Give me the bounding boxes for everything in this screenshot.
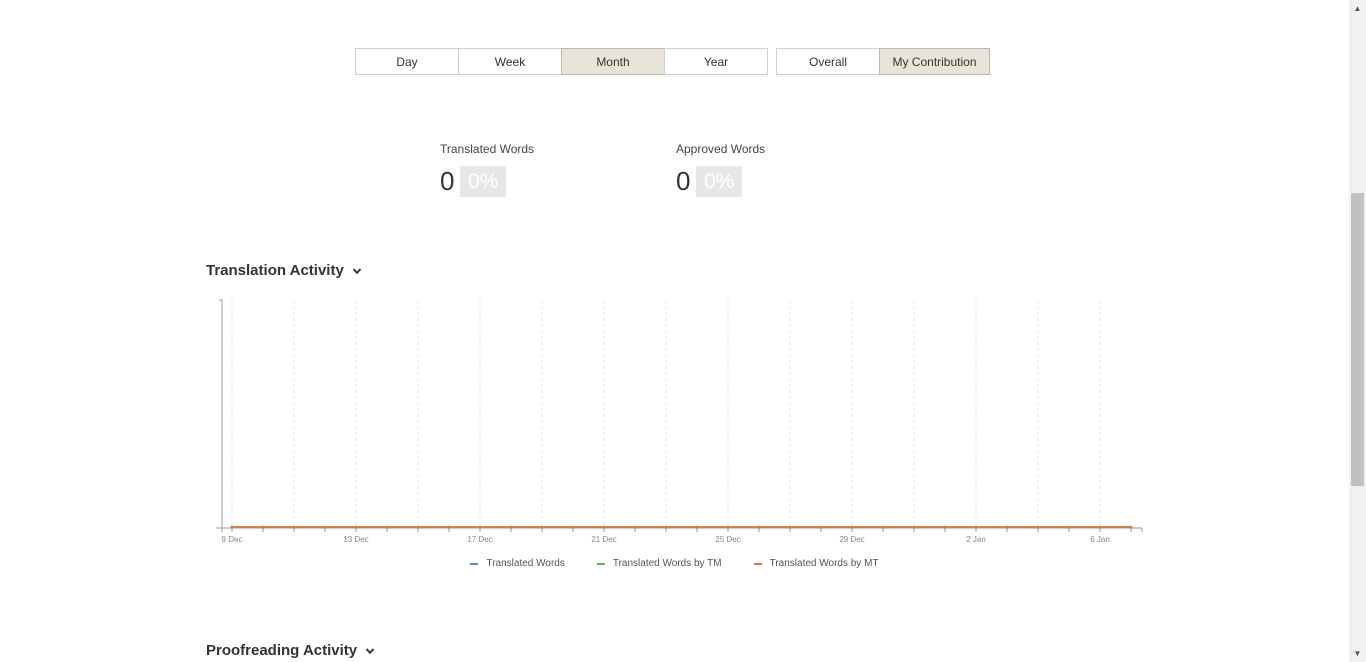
series-point-2 bbox=[788, 525, 792, 529]
x-tick-label: 17 Dec bbox=[467, 535, 492, 544]
translation-activity-chart: 9 Dec 13 Dec 17 Dec 21 Dec 25 Dec 29 Dec 2 Jan… bbox=[216, 299, 1143, 544]
series-point-2 bbox=[602, 525, 606, 529]
x-tick-label: 21 Dec bbox=[591, 535, 616, 544]
scroll-down-arrow-icon[interactable]: ▼ bbox=[1349, 645, 1366, 662]
series-point-2 bbox=[478, 525, 482, 529]
series-point-2 bbox=[354, 525, 358, 529]
x-tick-label: 13 Dec bbox=[343, 535, 368, 544]
x-tick-label: 6 Jan bbox=[1090, 535, 1110, 544]
series-point-2 bbox=[1067, 525, 1071, 529]
series-point-2 bbox=[633, 525, 637, 529]
series-point-2 bbox=[447, 525, 451, 529]
legend-label: Translated Words bbox=[486, 558, 565, 569]
series-point-2 bbox=[974, 525, 978, 529]
scroll-up-arrow-icon[interactable]: ▲ bbox=[1349, 0, 1366, 17]
stat-value: 0 bbox=[676, 166, 691, 196]
period-week-button[interactable]: Week bbox=[458, 48, 562, 75]
series-point-2 bbox=[695, 525, 699, 529]
stat-label: Translated Words bbox=[440, 142, 535, 156]
series-point-2 bbox=[323, 525, 327, 529]
stat-percent-badge: 0% bbox=[696, 166, 743, 197]
legend-item[interactable]: Translated Words bbox=[470, 558, 565, 569]
x-tick-label: 9 Dec bbox=[222, 535, 243, 544]
translation-activity-toggle[interactable]: Translation Activity bbox=[206, 262, 362, 279]
stat-label: Approved Words bbox=[676, 142, 766, 156]
series-point-2 bbox=[664, 525, 668, 529]
x-tick-label: 2 Jan bbox=[966, 535, 986, 544]
series-point-2 bbox=[540, 525, 544, 529]
legend-item[interactable]: Translated Words by TM bbox=[596, 558, 722, 569]
series-point-2 bbox=[416, 525, 420, 529]
series-point-2 bbox=[385, 525, 389, 529]
legend-label: Translated Words by TM bbox=[612, 558, 722, 569]
series-point-2 bbox=[509, 525, 513, 529]
legend-swatch-translated bbox=[470, 562, 479, 565]
legend-label: Translated Words by MT bbox=[769, 558, 879, 569]
stat-approved-words: Approved Words 0 0% bbox=[676, 142, 765, 197]
series-point-2 bbox=[1036, 525, 1040, 529]
series-point-2 bbox=[571, 525, 575, 529]
period-day-button[interactable]: Day bbox=[355, 48, 459, 75]
series-point-2 bbox=[1098, 525, 1102, 529]
page-scrollbar[interactable]: ▲ ▼ bbox=[1349, 0, 1366, 662]
stat-value: 0 bbox=[440, 166, 455, 196]
legend-swatch-tm bbox=[596, 562, 605, 565]
period-button-group: Day Week Month Year bbox=[355, 48, 768, 75]
scope-overall-button[interactable]: Overall bbox=[776, 48, 880, 75]
stat-percent-badge: 0% bbox=[460, 166, 507, 197]
stat-translated-words: Translated Words 0 0% bbox=[440, 142, 534, 197]
series-point-2 bbox=[1005, 525, 1009, 529]
scroll-thumb[interactable] bbox=[1351, 193, 1364, 486]
proofreading-activity-toggle[interactable]: Proofreading Activity bbox=[206, 642, 375, 659]
period-year-button[interactable]: Year bbox=[664, 48, 768, 75]
period-month-button[interactable]: Month bbox=[561, 48, 665, 75]
scope-my-contribution-button[interactable]: My Contribution bbox=[879, 48, 990, 75]
series-point-2 bbox=[943, 525, 947, 529]
chevron-down-icon bbox=[352, 267, 362, 274]
series-point-2 bbox=[230, 525, 234, 529]
series-point-2 bbox=[819, 525, 823, 529]
series-point-2 bbox=[726, 525, 730, 529]
proofreading-activity-title: Proofreading Activity bbox=[206, 642, 358, 659]
chevron-down-icon bbox=[365, 647, 375, 654]
scope-button-group: Overall My Contribution bbox=[776, 48, 990, 75]
series-point-2 bbox=[1129, 525, 1133, 529]
legend-swatch-mt bbox=[753, 562, 762, 565]
legend-item[interactable]: Translated Words by MT bbox=[753, 558, 879, 569]
series-point-2 bbox=[881, 525, 885, 529]
series-point-2 bbox=[757, 525, 761, 529]
series-point-2 bbox=[261, 525, 265, 529]
series-point-2 bbox=[912, 525, 916, 529]
x-tick-label: 25 Dec bbox=[715, 535, 740, 544]
chart-legend: Translated Words Translated Words by TM … bbox=[0, 558, 1349, 569]
translation-activity-title: Translation Activity bbox=[206, 262, 344, 279]
series-point-2 bbox=[850, 525, 854, 529]
x-tick-label: 29 Dec bbox=[839, 535, 864, 544]
series-point-2 bbox=[292, 525, 296, 529]
